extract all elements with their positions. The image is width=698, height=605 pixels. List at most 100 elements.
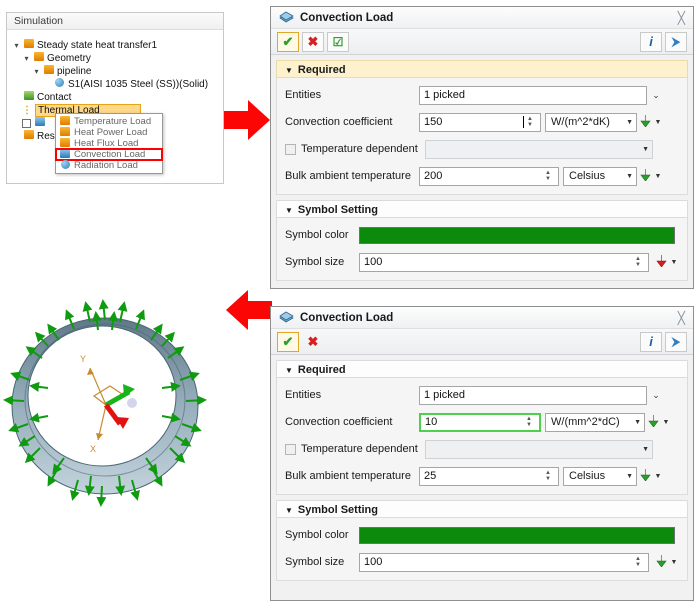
convection-coefficient-input[interactable]: 10 ▲ ▼ <box>419 412 541 432</box>
temperature-dependent-checkbox-wrap[interactable]: Temperature dependent <box>285 143 419 155</box>
bulk-ambient-temperature-unit-select[interactable]: Celsius ▼ <box>563 166 637 186</box>
tree-item-solid-body[interactable]: S1(AISI 1035 Steel (SS))(Solid) <box>7 78 223 91</box>
apply-button[interactable]: ☑ <box>327 31 349 52</box>
cancel-button[interactable]: ✖ <box>302 31 324 52</box>
ok-button[interactable]: ✔ <box>277 331 299 352</box>
convection-load-dialog-top[interactable]: Convection Load ╳ ✔ ✖ ☑ i ⮞ ▼ Required E… <box>270 6 694 289</box>
measure-green-icon[interactable] <box>653 554 669 570</box>
bulk-ambient-temperature-input[interactable]: 25 ▲ ▼ <box>419 466 559 486</box>
thermal-load-context-menu[interactable]: Temperature Load Heat Power Load Heat Fl… <box>55 113 163 174</box>
spinner-icon[interactable]: ▲ ▼ <box>542 468 554 485</box>
result-icon <box>22 130 35 143</box>
help-button[interactable]: ⮞ <box>665 31 687 52</box>
convection-coefficient-unit-select[interactable]: W/(m^2*dK) ▼ <box>545 112 637 132</box>
entities-label: Entities <box>285 89 322 101</box>
menu-item-temperature-load[interactable]: Temperature Load <box>56 115 162 127</box>
solid-body-icon <box>53 78 66 91</box>
spinner-icon[interactable]: ▲ ▼ <box>632 554 644 571</box>
required-group-header[interactable]: ▼ Required <box>276 60 688 78</box>
help-button[interactable]: ⮞ <box>665 331 687 352</box>
convection-coefficient-label: Convection coefficient <box>285 416 393 428</box>
symbol-color-row: Symbol color <box>285 225 679 245</box>
symbol-group-body: Symbol color Symbol size 100 ▲ ▼ ▼ <box>276 218 688 281</box>
convection-load-dialog-bottom[interactable]: Convection Load ╳ ✔ ✖ i ⮞ ▼ Required Ent… <box>270 306 694 601</box>
tree-item-label: S1(AISI 1035 Steel (SS))(Solid) <box>68 79 209 90</box>
spinner-icon[interactable]: ▲ ▼ <box>542 168 554 185</box>
chevron-down-icon: ▼ <box>642 445 649 453</box>
ok-button[interactable]: ✔ <box>277 31 299 52</box>
info-button[interactable]: i <box>640 31 662 52</box>
bulk-ambient-temperature-row: Bulk ambient temperature 200 ▲ ▼ Celsius … <box>285 166 679 186</box>
symbol-size-input[interactable]: 100 ▲ ▼ <box>359 552 649 572</box>
menu-item-label: Heat Flux Load <box>74 138 139 149</box>
temperature-dependent-checkbox-wrap[interactable]: Temperature dependent <box>285 443 419 455</box>
symbol-size-input[interactable]: 100 ▲ ▼ <box>359 252 649 272</box>
measure-dropdown-icon[interactable]: ▼ <box>653 173 663 180</box>
temperature-dependent-checkbox[interactable] <box>285 143 296 155</box>
symbol-color-swatch[interactable] <box>359 526 675 544</box>
expander-icon[interactable]: ▾ <box>21 54 32 63</box>
thermal-load-icon: ⋮⋮ <box>22 105 42 116</box>
expander-icon[interactable]: ▾ <box>11 41 22 50</box>
tree-item-pipeline[interactable]: ▾ pipeline <box>7 65 223 78</box>
measure-dropdown-icon[interactable]: ▼ <box>669 559 679 566</box>
pipe-ring-3d-view[interactable]: Y X <box>2 288 222 603</box>
double-chevron-down-icon[interactable]: ⌄ <box>647 390 665 401</box>
measure-dropdown-icon[interactable]: ▼ <box>669 259 679 266</box>
spinner-icon[interactable]: ▲ ▼ <box>524 114 536 131</box>
measure-dropdown-icon[interactable]: ▼ <box>661 419 671 426</box>
convection-coefficient-value: 10 <box>425 415 438 428</box>
symbol-group-header[interactable]: ▼ Symbol Setting <box>276 200 688 218</box>
spinner-icon[interactable]: ▲ ▼ <box>523 414 535 431</box>
symbol-group-header[interactable]: ▼ Symbol Setting <box>276 500 688 518</box>
check-icon: ✔ <box>282 34 294 49</box>
cancel-button[interactable]: ✖ <box>302 332 324 352</box>
convection-coefficient-input[interactable]: 150 ▲ ▼ <box>419 112 541 132</box>
convection-coefficient-label: Convection coefficient <box>285 116 393 128</box>
symbol-group-bottom: ▼ Symbol Setting Symbol color Symbol size… <box>276 500 688 581</box>
bulk-ambient-temperature-input[interactable]: 200 ▲ ▼ <box>419 166 559 186</box>
dialog-title-bar: Convection Load ╳ <box>271 307 693 329</box>
bulk-ambient-temperature-unit-select[interactable]: Celsius ▼ <box>563 466 637 486</box>
double-chevron-down-icon[interactable]: ⌄ <box>647 90 665 101</box>
constraint-icon <box>33 117 46 130</box>
tree-item-steady-state-heat-transfer[interactable]: ▾ Steady state heat transfer1 <box>7 39 223 52</box>
temperature-dependent-select: ▼ <box>425 139 653 159</box>
measure-red-icon[interactable] <box>653 254 669 270</box>
symbol-color-swatch[interactable] <box>359 226 675 244</box>
checked-box-icon: ☑ <box>332 34 344 49</box>
tree-item-checkbox[interactable] <box>22 119 31 128</box>
measure-green-icon[interactable] <box>637 114 653 130</box>
required-group-header[interactable]: ▼ Required <box>276 360 688 378</box>
entities-label: Entities <box>285 389 322 401</box>
measure-green-icon[interactable] <box>645 414 661 430</box>
temperature-dependent-checkbox[interactable] <box>285 443 296 455</box>
required-group-body: Entities 1 picked ⌄ Convection coefficie… <box>276 378 688 495</box>
info-button[interactable]: i <box>640 331 662 352</box>
measure-green-icon[interactable] <box>637 468 653 484</box>
chevron-down-icon: ▼ <box>634 418 641 426</box>
measure-dropdown-icon[interactable]: ▼ <box>653 119 663 126</box>
radiation-load-icon <box>59 159 71 172</box>
menu-item-radiation-load[interactable]: Radiation Load <box>56 159 162 172</box>
menu-item-heat-flux-load[interactable]: Heat Flux Load <box>56 137 162 149</box>
convection-coefficient-unit-select[interactable]: W/(mm^2*dC) ▼ <box>545 412 645 432</box>
menu-item-convection-load[interactable]: Convection Load <box>55 148 163 161</box>
tree-item-contact[interactable]: Contact <box>7 91 223 104</box>
check-icon: ✔ <box>282 334 294 349</box>
chevron-down-icon: ▼ <box>626 118 633 126</box>
expander-icon[interactable]: ▾ <box>31 67 42 76</box>
dialog-toolbar[interactable]: ✔ ✖ ☑ i ⮞ <box>271 29 693 55</box>
bulk-ambient-temperature-row: Bulk ambient temperature 25 ▲ ▼ Celsius ▼… <box>285 466 679 486</box>
close-icon[interactable]: ╳ <box>678 311 685 325</box>
bulk-ambient-temperature-unit-value: Celsius <box>569 470 606 482</box>
entities-input[interactable]: 1 picked <box>419 385 647 405</box>
measure-green-icon[interactable] <box>637 168 653 184</box>
close-icon[interactable]: ╳ <box>678 11 685 25</box>
spinner-icon[interactable]: ▲ ▼ <box>632 254 644 271</box>
entities-input[interactable]: 1 picked <box>419 85 647 105</box>
dialog-toolbar[interactable]: ✔ ✖ i ⮞ <box>271 329 693 355</box>
menu-item-heat-power-load[interactable]: Heat Power Load <box>56 126 162 138</box>
measure-dropdown-icon[interactable]: ▼ <box>653 473 663 480</box>
tree-item-geometry[interactable]: ▾ Geometry <box>7 52 223 65</box>
